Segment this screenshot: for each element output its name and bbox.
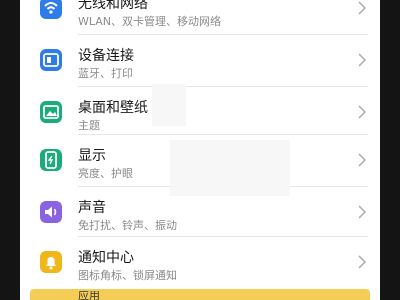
settings-item-title: 应用	[78, 291, 100, 300]
device-connection-icon	[40, 49, 62, 71]
settings-item-title: 无线和网络	[78, 0, 148, 12]
settings-item-notification-center[interactable]: 通知中心 图标角标、锁屏通知	[20, 236, 380, 288]
settings-item-title: 显示	[78, 148, 106, 164]
settings-item-subtitle: WLAN、双卡管理、移动网络	[78, 15, 222, 28]
settings-item-title: 声音	[78, 200, 106, 216]
wallpaper-icon	[40, 101, 62, 123]
settings-item-wireless-network[interactable]: 无线和网络 WLAN、双卡管理、移动网络	[20, 0, 380, 34]
settings-item-subtitle: 免打扰、铃声、振动	[78, 219, 177, 232]
chevron-right-icon	[356, 52, 368, 67]
bell-icon	[40, 251, 62, 273]
display-icon	[40, 149, 62, 171]
sound-icon	[40, 201, 62, 223]
settings-item-title: 桌面和壁纸	[78, 100, 148, 116]
chevron-right-icon	[356, 204, 368, 219]
settings-item-home-wallpaper[interactable]: 桌面和壁纸 主题	[20, 86, 380, 138]
settings-item-title: 设备连接	[78, 48, 134, 64]
blurred-patch	[170, 140, 290, 196]
settings-item-subtitle: 图标角标、锁屏通知	[78, 269, 177, 282]
chevron-right-icon	[356, 152, 368, 167]
settings-item-apps[interactable]: 应用	[30, 289, 370, 300]
settings-screen: 无线和网络 WLAN、双卡管理、移动网络 设备连接 蓝牙、打印 桌面和壁纸 主题…	[20, 0, 380, 300]
settings-item-subtitle: 亮度、护眼	[78, 167, 133, 180]
wifi-icon	[40, 0, 62, 19]
chevron-right-icon	[356, 254, 368, 269]
chevron-right-icon	[356, 0, 368, 15]
settings-item-device-connection[interactable]: 设备连接 蓝牙、打印	[20, 34, 380, 86]
settings-item-subtitle: 主题	[78, 119, 100, 132]
settings-item-title: 通知中心	[78, 250, 134, 266]
settings-item-subtitle: 蓝牙、打印	[78, 67, 133, 80]
blurred-patch	[152, 84, 186, 126]
chevron-right-icon	[356, 104, 368, 119]
